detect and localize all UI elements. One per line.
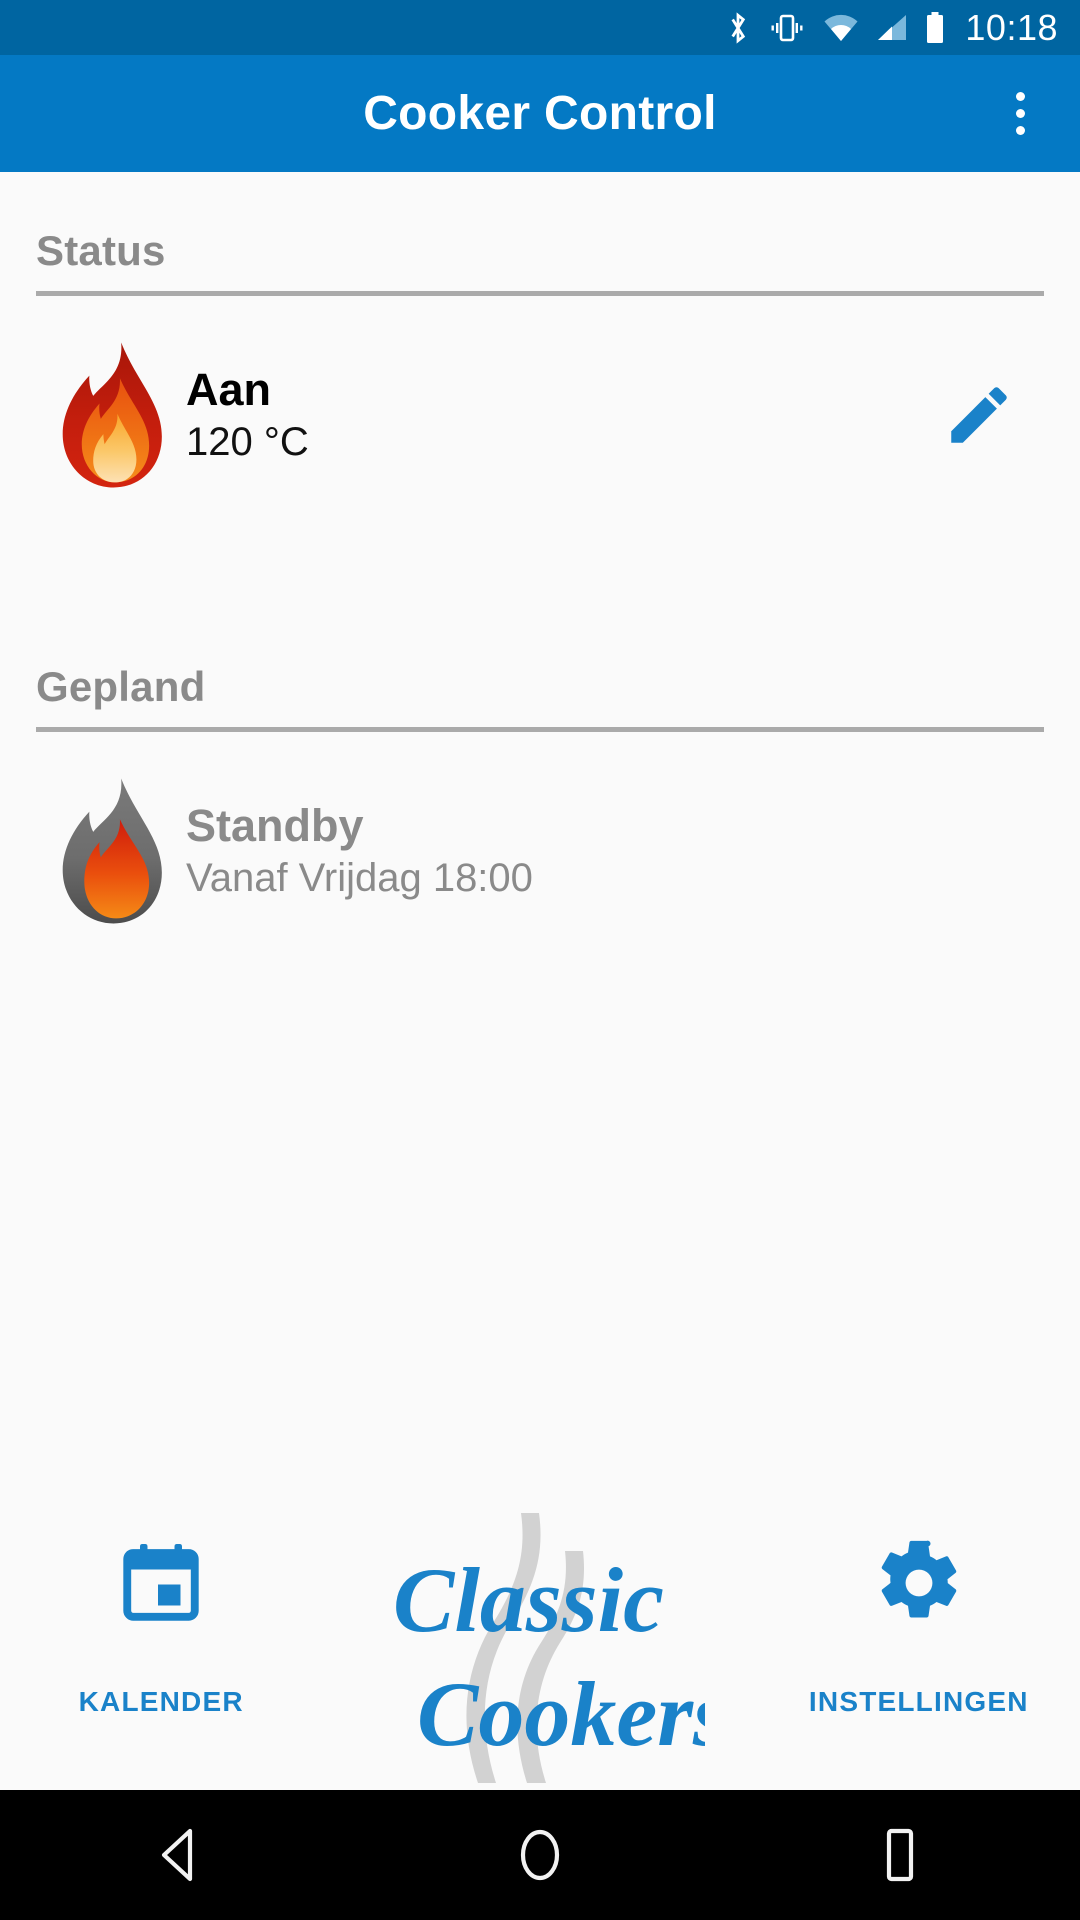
status-bar-clock: 10:18 <box>965 6 1058 48</box>
phone-screen: 10:18 Cooker Control Status Aan 120 °C G… <box>0 0 1080 1920</box>
status-list-item[interactable]: Aan 120 °C <box>36 296 1044 490</box>
app-toolbar: Cooker Control <box>0 55 1080 172</box>
battery-icon <box>925 11 945 45</box>
recents-square-icon[interactable] <box>825 1790 975 1920</box>
pencil-edit-icon <box>951 387 1007 443</box>
flame-icon-grey <box>36 776 186 926</box>
status-item-text: Aan 120 °C <box>186 364 914 464</box>
scheduled-item-title: Standby <box>186 800 364 852</box>
brand-line-1: Classic <box>393 1549 664 1651</box>
tab-instellingen-label: INSTELLINGEN <box>808 1686 1029 1717</box>
bluetooth-icon <box>725 11 751 45</box>
edit-status-button[interactable] <box>914 378 1044 452</box>
cellular-signal-icon <box>876 11 908 45</box>
overflow-menu-icon[interactable] <box>984 78 1056 150</box>
bottom-navigation-bar: KALENDER Classic Cookers INSTELLINGEN <box>0 1490 1080 1790</box>
android-navigation-bar <box>0 1790 1080 1920</box>
status-item-subtitle: 120 °C <box>186 419 309 464</box>
scheduled-list-item[interactable]: Standby Vanaf Vrijdag 18:00 <box>36 732 1044 926</box>
scheduled-item-subtitle: Vanaf Vrijdag 18:00 <box>186 855 533 900</box>
section-header-gepland: Gepland <box>36 663 206 710</box>
page-title: Cooker Control <box>363 87 717 140</box>
home-circle-icon[interactable] <box>465 1790 615 1920</box>
brand-line-2: Cookers <box>417 1663 705 1765</box>
wifi-icon <box>823 11 859 45</box>
flame-icon-lit <box>36 340 186 490</box>
back-triangle-icon[interactable] <box>105 1790 255 1920</box>
brand-logo: Classic Cookers <box>322 1490 757 1790</box>
tab-kalender[interactable]: KALENDER <box>0 1490 322 1790</box>
calendar-icon <box>116 1528 206 1638</box>
vibrate-icon <box>768 11 806 45</box>
scheduled-item-text: Standby Vanaf Vrijdag 18:00 <box>186 800 914 900</box>
main-content: Status Aan 120 °C Gepland Standby Vanaf … <box>0 172 1080 1490</box>
tab-instellingen[interactable]: INSTELLINGEN <box>758 1490 1080 1790</box>
tab-kalender-label: KALENDER <box>78 1686 244 1717</box>
gear-icon <box>873 1528 965 1638</box>
system-status-bar: 10:18 <box>0 0 1080 55</box>
section-header-status: Status <box>36 227 166 274</box>
status-item-title: Aan <box>186 364 272 416</box>
